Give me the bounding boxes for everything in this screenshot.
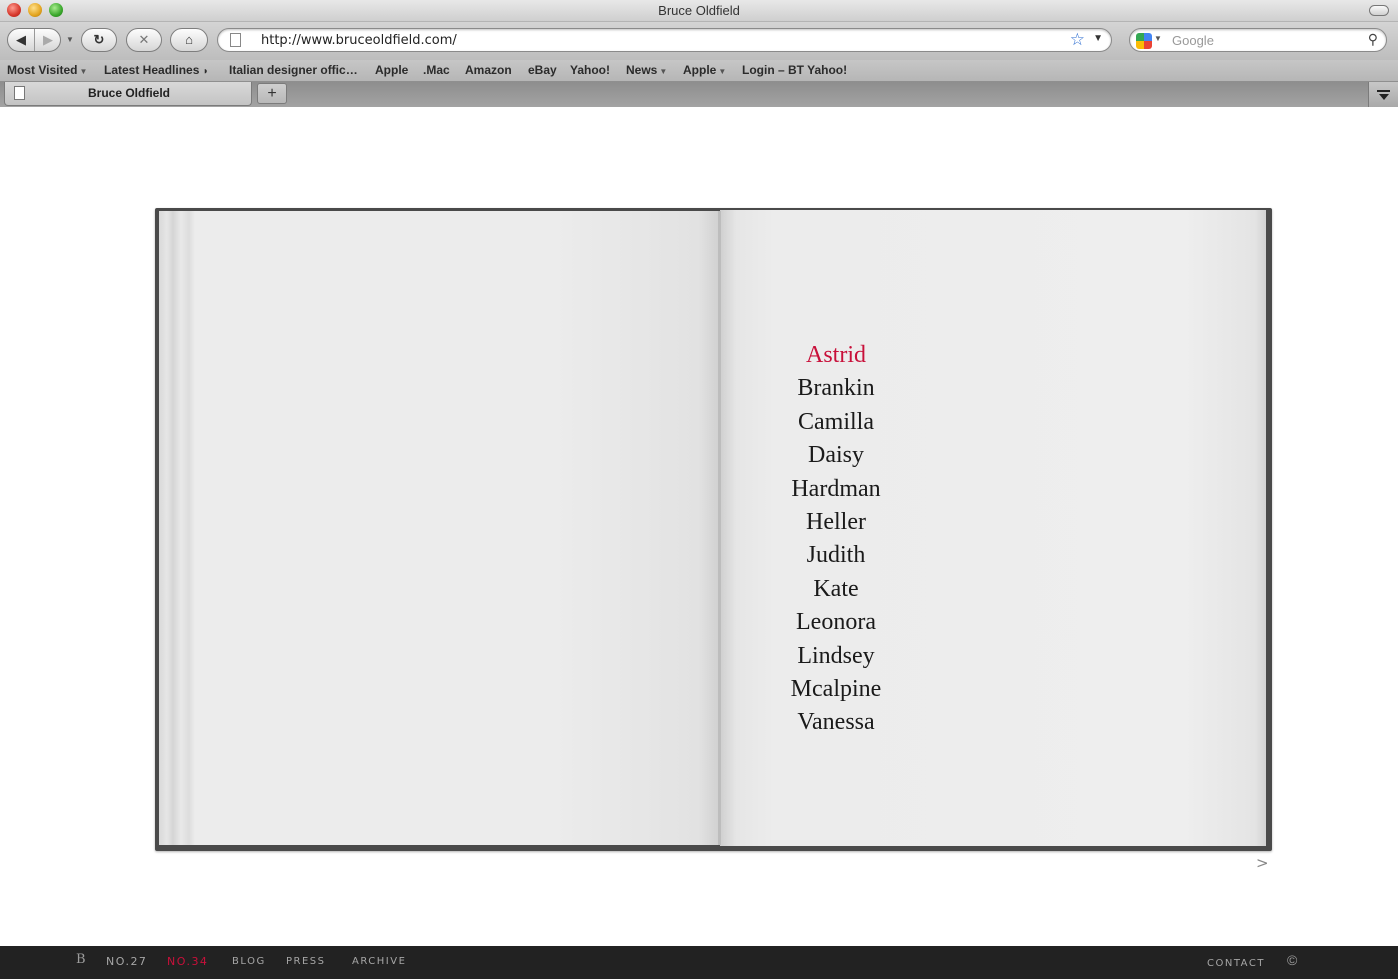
url-text[interactable]: http://www.bruceoldfield.com/ [261, 33, 457, 48]
site-logo[interactable]: B [76, 952, 86, 967]
back-button[interactable]: ◀ [8, 29, 35, 51]
name-link-brankin[interactable]: Brankin [736, 372, 936, 405]
bookmark-apple-folder[interactable]: Apple ▼ [683, 63, 726, 77]
site-footer: B NO.27 NO.34 BLOG PRESS ARCHIVE CONTACT… [0, 946, 1398, 979]
url-bar[interactable]: http://www.bruceoldfield.com/ ☆ ▼ [217, 28, 1112, 52]
open-book [155, 208, 1272, 851]
bookmark-label: Latest Headlines [104, 63, 200, 77]
bookmark-amazon[interactable]: Amazon [465, 63, 512, 77]
chevron-down-icon: ▼ [659, 67, 668, 76]
chevron-down-icon: ▼ [718, 67, 727, 76]
name-link-astrid[interactable]: Astrid [736, 339, 936, 372]
footer-link-no27[interactable]: NO.27 [106, 955, 147, 968]
rss-feed-icon: ◗ [202, 66, 209, 77]
footer-link-archive[interactable]: ARCHIVE [352, 956, 406, 967]
back-forward-group: ◀ ▶ [7, 28, 61, 52]
search-bar[interactable]: ▼ Google ⚲ [1129, 28, 1387, 52]
tab-title: Bruce Oldfield [87, 86, 170, 100]
name-link-lindsey[interactable]: Lindsey [736, 640, 936, 673]
forward-button[interactable]: ▶ [35, 29, 61, 51]
bookmark-bt-yahoo-login[interactable]: Login – BT Yahoo! [742, 63, 847, 77]
toolbar-toggle-button[interactable] [1369, 5, 1389, 16]
name-link-judith[interactable]: Judith [736, 539, 936, 572]
copyright-icon[interactable]: © [1287, 952, 1297, 968]
search-input[interactable]: Google [1172, 33, 1214, 48]
navigation-toolbar: ◀ ▶ ▼ ↻ ✕ ⌂ http://www.bruceoldfield.com… [0, 22, 1398, 60]
window-titlebar: Bruce Oldfield [0, 0, 1398, 22]
bookmark-label: Apple [683, 63, 717, 77]
google-engine-icon[interactable] [1136, 33, 1152, 49]
footer-link-contact[interactable]: CONTACT [1207, 958, 1265, 969]
chevron-down-icon: ▼ [79, 67, 88, 76]
next-page-arrow[interactable]: > [1256, 854, 1269, 872]
bookmark-ebay[interactable]: eBay [528, 63, 557, 77]
bookmark-latest-headlines[interactable]: Latest Headlines ◗ [104, 63, 209, 77]
engine-dropdown-icon[interactable]: ▼ [1154, 34, 1162, 43]
name-link-camilla[interactable]: Camilla [736, 406, 936, 439]
bookmark-label: Most Visited [7, 63, 78, 77]
footer-link-blog[interactable]: BLOG [232, 956, 266, 967]
bookmark-mac[interactable]: .Mac [423, 63, 450, 77]
bookmark-label: News [626, 63, 658, 77]
page-content: Astrid Brankin Camilla Daisy Hardman Hel… [0, 107, 1398, 946]
bookmark-star-icon[interactable]: ☆ [1070, 30, 1085, 50]
list-all-tabs-button[interactable] [1368, 82, 1398, 107]
bookmark-italian-designer[interactable]: Italian designer offic… [229, 63, 358, 77]
search-icon[interactable]: ⚲ [1368, 31, 1378, 48]
name-link-leonora[interactable]: Leonora [736, 606, 936, 639]
stop-button[interactable]: ✕ [126, 28, 162, 52]
bookmark-news[interactable]: News ▼ [626, 63, 667, 77]
name-link-daisy[interactable]: Daisy [736, 439, 936, 472]
bookmark-most-visited[interactable]: Most Visited ▼ [7, 63, 87, 77]
footer-link-no34[interactable]: NO.34 [167, 955, 208, 968]
collection-name-list: Astrid Brankin Camilla Daisy Hardman Hel… [736, 339, 936, 740]
page-icon [230, 33, 241, 47]
name-link-vanessa[interactable]: Vanessa [736, 706, 936, 739]
name-link-kate[interactable]: Kate [736, 573, 936, 606]
name-link-mcalpine[interactable]: Mcalpine [736, 673, 936, 706]
name-link-hardman[interactable]: Hardman [736, 473, 936, 506]
bookmarks-toolbar: Most Visited ▼ Latest Headlines ◗ Italian… [0, 60, 1398, 82]
url-history-dropdown-icon[interactable]: ▼ [1093, 33, 1103, 44]
home-button[interactable]: ⌂ [170, 28, 208, 52]
bookmark-apple[interactable]: Apple [375, 63, 408, 77]
new-tab-button[interactable]: + [257, 83, 287, 104]
tab-strip: Bruce Oldfield + [0, 82, 1398, 107]
bookmark-yahoo[interactable]: Yahoo! [570, 63, 610, 77]
window-title: Bruce Oldfield [658, 3, 740, 18]
name-link-heller[interactable]: Heller [736, 506, 936, 539]
footer-link-press[interactable]: PRESS [286, 956, 326, 967]
book-left-page [159, 211, 721, 845]
history-dropdown-icon[interactable]: ▼ [66, 35, 74, 44]
tab-bruce-oldfield[interactable]: Bruce Oldfield [4, 82, 252, 106]
reload-button[interactable]: ↻ [81, 28, 117, 52]
book-gutter [718, 211, 721, 845]
